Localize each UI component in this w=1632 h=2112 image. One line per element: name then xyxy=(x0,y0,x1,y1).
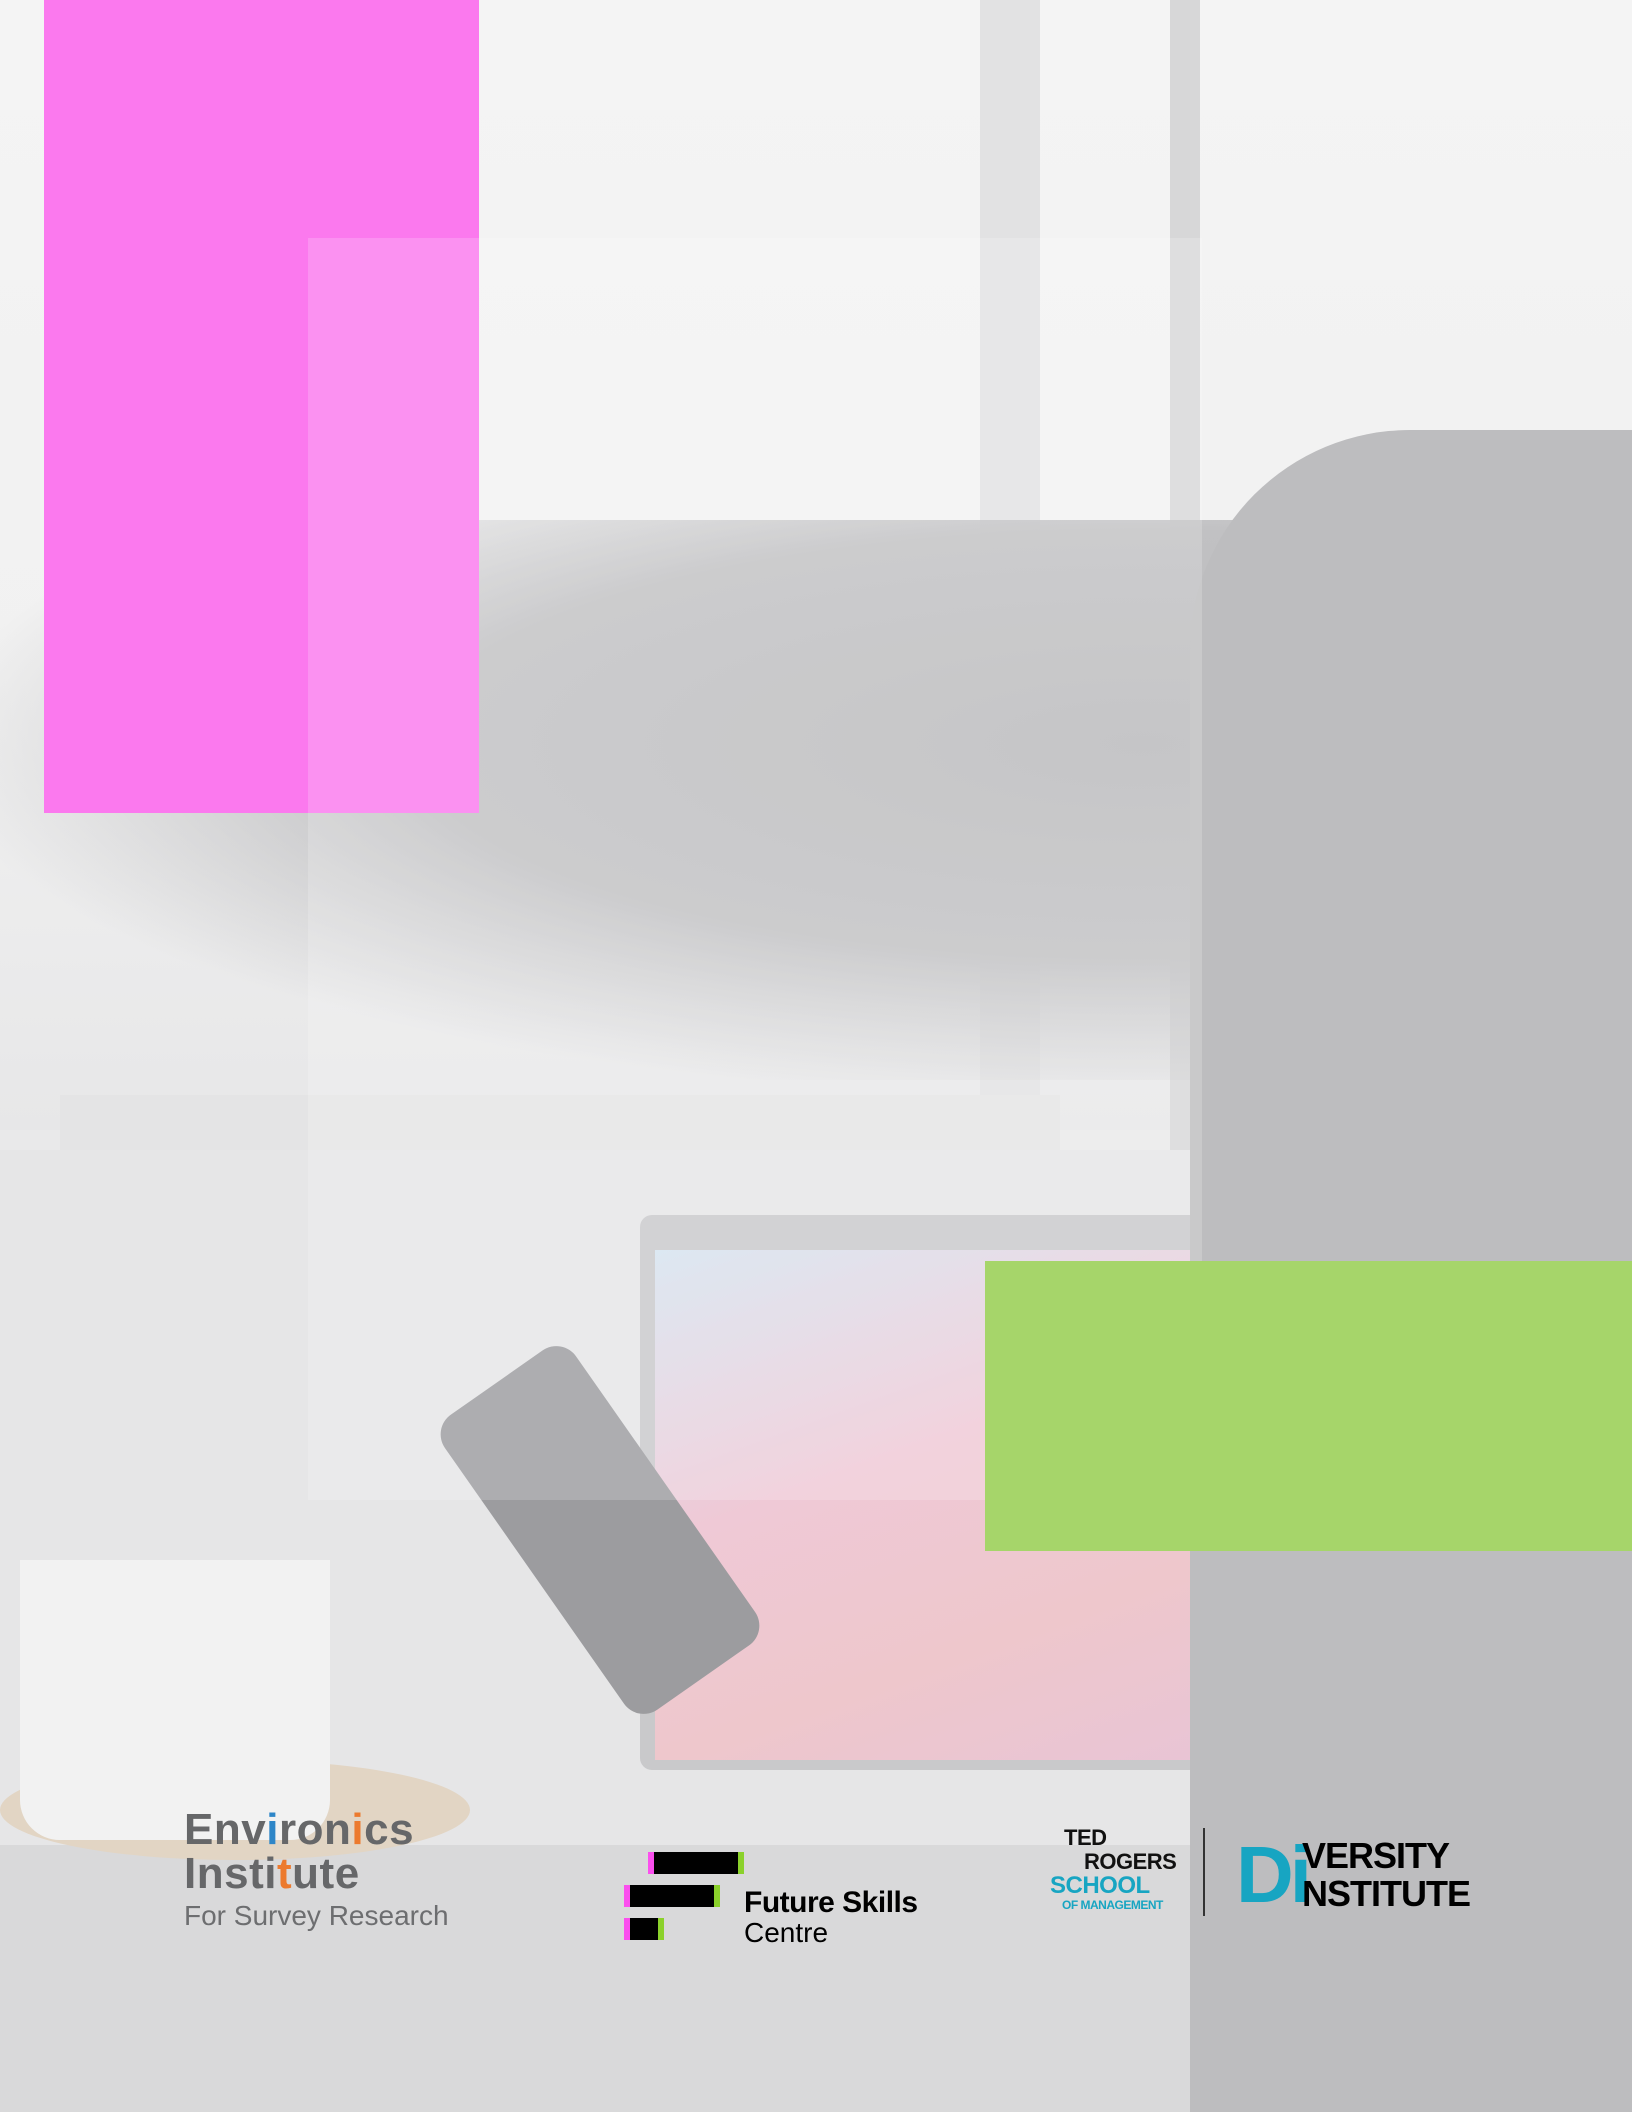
institute-wordmark: Institute xyxy=(184,1852,504,1896)
fsc-line1: Future Skills xyxy=(744,1886,918,1919)
trsm-line3: SCHOOL xyxy=(1050,1872,1150,1899)
fsc-wordmark: Future Skills Centre xyxy=(744,1888,918,1948)
fsc-bar-bottom xyxy=(624,1918,664,1940)
coffee-cup xyxy=(20,1560,330,1840)
di-initials: Di xyxy=(1236,1830,1312,1919)
diversity-institute-logo: Di VERSITY NSTITUTE xyxy=(1236,1835,1476,1915)
ted-rogers-logo: TED ROGERS SCHOOL OF MANAGEMENT xyxy=(1050,1825,1180,1913)
environics-tagline: For Survey Research xyxy=(184,1900,449,1931)
environics-line2: Institute xyxy=(184,1849,360,1898)
di-line2: NSTITUTE xyxy=(1302,1873,1471,1914)
fsc-bar-middle xyxy=(624,1885,720,1907)
environics-logo: Environics Institute For Survey Research xyxy=(184,1808,504,1934)
environics-line1: Environics xyxy=(184,1805,415,1854)
green-block xyxy=(985,1261,1632,1551)
future-skills-centre-logo: Future Skills Centre xyxy=(620,1852,960,1952)
trsm-line2: ROGERS xyxy=(1084,1849,1177,1874)
trsm-line1: TED xyxy=(1064,1825,1107,1850)
fsc-bar-top xyxy=(648,1852,744,1874)
di-wordmark: VERSITY NSTITUTE xyxy=(1302,1835,1471,1914)
fsc-line2: Centre xyxy=(744,1917,829,1948)
logo-divider xyxy=(1203,1828,1205,1916)
trsm-line4: OF MANAGEMENT xyxy=(1062,1898,1163,1912)
environics-wordmark: Environics xyxy=(184,1808,504,1852)
di-line1: VERSITY xyxy=(1302,1835,1450,1876)
